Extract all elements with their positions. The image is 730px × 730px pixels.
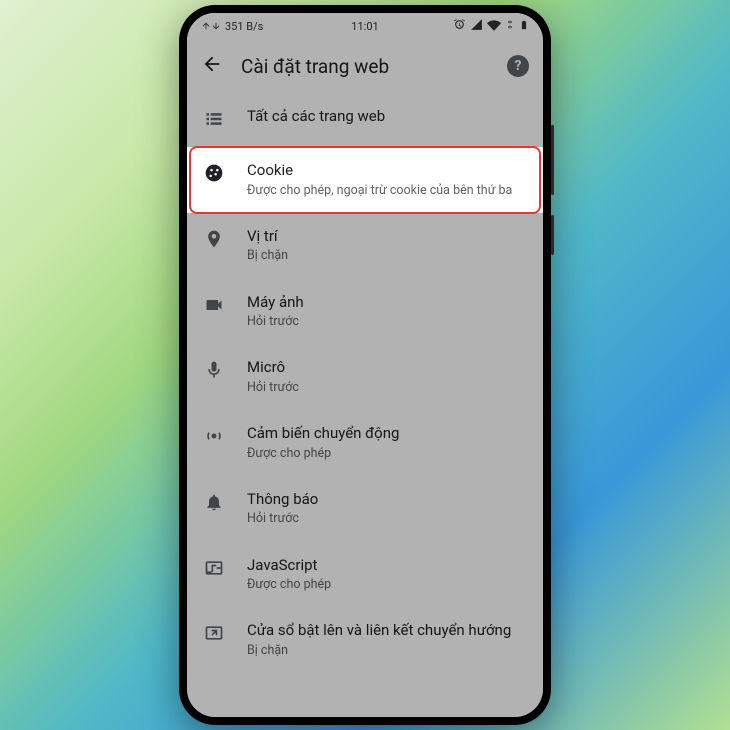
row-all-sites[interactable]: Tất cả các trang web (187, 93, 543, 147)
row-title: JavaScript (247, 556, 527, 576)
page-title: Cài đặt trang web (241, 55, 489, 78)
row-notifications[interactable]: Thông báo Hỏi trước (187, 476, 543, 542)
row-cookie[interactable]: Cookie Được cho phép, ngoại trừ cookie c… (187, 147, 543, 213)
help-icon[interactable]: ? (507, 55, 529, 77)
volume-button (551, 125, 554, 195)
motion-icon (204, 426, 224, 450)
power-button (551, 215, 554, 255)
speed-icon (201, 21, 221, 31)
row-location[interactable]: Vị trí Bị chặn (187, 213, 543, 279)
network-speed: 351 B/s (225, 20, 263, 33)
phone-frame: 351 B/s 11:01 (179, 5, 551, 725)
row-title: Cookie (247, 161, 527, 181)
row-subtitle: Hỏi trước (247, 380, 527, 396)
bluetooth-icon (505, 18, 515, 34)
row-title: Tất cả các trang web (247, 107, 527, 127)
row-title: Cảm biến chuyển động (247, 424, 527, 444)
row-subtitle: Được cho phép (247, 446, 527, 462)
camera-icon (204, 295, 224, 319)
back-icon[interactable] (201, 53, 223, 79)
row-popups[interactable]: Cửa sổ bật lên và liên kết chuyển hướng … (187, 607, 543, 673)
row-javascript[interactable]: JavaScript Được cho phép (187, 542, 543, 608)
bell-icon (204, 492, 224, 516)
screen: 351 B/s 11:01 (187, 13, 543, 717)
row-subtitle: Hỏi trước (247, 314, 527, 330)
row-subtitle: Bị chặn (247, 248, 527, 264)
row-title: Máy ảnh (247, 293, 527, 313)
row-motion[interactable]: Cảm biến chuyển động Được cho phép (187, 410, 543, 476)
status-bar: 351 B/s 11:01 (187, 13, 543, 39)
popup-icon (204, 623, 224, 647)
row-title: Vị trí (247, 227, 527, 247)
row-subtitle: Được cho phép (247, 577, 527, 593)
list-icon (204, 109, 224, 133)
wifi-icon (487, 18, 501, 35)
status-time: 11:01 (351, 20, 378, 33)
cookie-icon (204, 163, 224, 187)
js-icon (204, 558, 224, 582)
mic-icon (204, 360, 224, 384)
row-title: Cửa sổ bật lên và liên kết chuyển hướng (247, 621, 527, 641)
row-title: Micrô (247, 358, 527, 378)
battery-icon (519, 18, 529, 35)
row-title: Thông báo (247, 490, 527, 510)
row-subtitle: Bị chặn (247, 643, 527, 659)
alarm-icon (453, 18, 466, 34)
settings-list: Tất cả các trang web Cookie Được cho phé… (187, 93, 543, 673)
row-camera[interactable]: Máy ảnh Hỏi trước (187, 279, 543, 345)
location-icon (204, 229, 224, 253)
signal-icon (470, 18, 483, 34)
row-subtitle: Hỏi trước (247, 511, 527, 527)
app-bar: Cài đặt trang web ? (187, 39, 543, 93)
row-mic[interactable]: Micrô Hỏi trước (187, 344, 543, 410)
row-subtitle: Được cho phép, ngoại trừ cookie của bên … (247, 183, 527, 199)
